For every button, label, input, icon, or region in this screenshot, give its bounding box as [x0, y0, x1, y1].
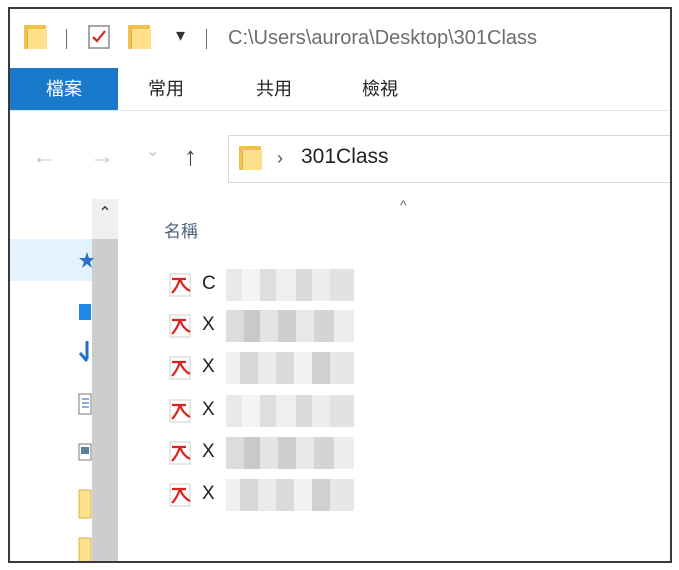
folder-icon[interactable] — [78, 489, 92, 524]
tab-home[interactable]: 常用 — [132, 68, 200, 110]
title-bar: ▾ C:\Users\aurora\Desktop\301Class — [10, 9, 670, 65]
separator — [206, 29, 207, 49]
column-header-name[interactable]: 名稱 — [164, 217, 198, 242]
pdf-icon — [168, 441, 194, 465]
pdf-icon — [168, 399, 194, 423]
address-row: ← → ⌄ ↑ › 301Class — [10, 127, 670, 185]
redacted-filename — [226, 479, 354, 511]
file-row[interactable]: X — [164, 350, 384, 384]
navigation-pane: ⌃ — [10, 199, 120, 561]
address-bar[interactable]: › 301Class — [228, 135, 670, 183]
desktop-icon[interactable] — [78, 303, 92, 326]
quick-access-star-icon[interactable] — [78, 251, 94, 274]
file-row[interactable]: X — [164, 393, 384, 427]
breadcrumb-current[interactable]: 301Class — [301, 145, 389, 169]
folder-icon[interactable] — [78, 537, 92, 561]
forward-arrow-icon[interactable]: → — [90, 143, 114, 171]
tab-file[interactable]: 檔案 — [10, 68, 118, 110]
file-name[interactable]: X — [202, 441, 215, 463]
downloads-icon[interactable] — [78, 341, 92, 372]
file-name[interactable]: X — [202, 399, 215, 421]
file-name[interactable]: X — [202, 483, 215, 505]
redacted-filename — [226, 352, 354, 384]
recent-locations-icon[interactable]: ⌄ — [146, 141, 159, 161]
ribbon-tabs: 檔案 常用 共用 檢視 — [10, 68, 670, 111]
tab-share[interactable]: 共用 — [240, 68, 308, 110]
tab-view[interactable]: 檢視 — [346, 68, 414, 110]
file-name[interactable]: X — [202, 356, 215, 378]
file-row[interactable]: X — [164, 477, 384, 511]
sort-ascending-icon[interactable]: ^ — [400, 197, 407, 213]
redacted-filename — [226, 395, 354, 427]
file-row[interactable]: X — [164, 435, 384, 469]
redacted-filename — [226, 437, 354, 469]
breadcrumb-chevron-icon[interactable]: › — [277, 148, 283, 169]
window-title-path: C:\Users\aurora\Desktop\301Class — [228, 27, 538, 49]
quick-access-dropdown-icon[interactable]: ▾ — [176, 25, 185, 46]
pdf-icon — [168, 314, 194, 338]
back-arrow-icon[interactable]: ← — [32, 143, 56, 171]
redacted-filename — [226, 310, 354, 342]
scroll-up-icon[interactable]: ⌃ — [92, 199, 118, 229]
file-name[interactable]: X — [202, 314, 215, 336]
pdf-icon — [168, 356, 194, 380]
file-row[interactable]: C — [164, 267, 384, 301]
pictures-icon[interactable] — [78, 443, 92, 466]
file-name[interactable]: C — [202, 273, 216, 295]
file-row[interactable]: X — [164, 308, 384, 342]
pdf-icon — [168, 273, 194, 297]
folder-icon[interactable] — [24, 25, 47, 49]
folder-icon — [239, 146, 262, 170]
redacted-filename — [226, 269, 354, 301]
separator — [66, 29, 67, 49]
file-explorer-window: ▾ C:\Users\aurora\Desktop\301Class 檔案 常用… — [8, 7, 672, 563]
documents-icon[interactable] — [78, 393, 92, 420]
properties-icon[interactable] — [88, 25, 110, 49]
up-arrow-icon[interactable]: ↑ — [184, 141, 197, 172]
nav-scrollbar-thumb[interactable] — [92, 239, 118, 561]
pdf-icon — [168, 483, 194, 507]
new-folder-icon[interactable] — [128, 25, 151, 49]
